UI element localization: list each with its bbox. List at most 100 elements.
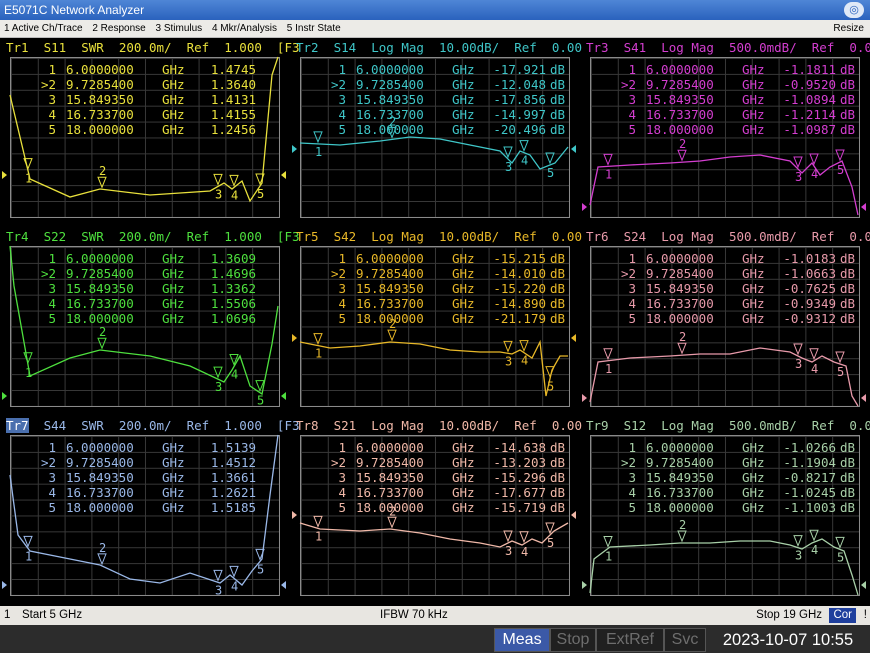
marker-row[interactable]: 5 18.000000 GHz 1.2456 [22, 122, 260, 137]
trace-panel-2[interactable]: Tr2 S14 Log Mag 10.00dB/ Ref 0.00 1 2 3 4 5 1… [290, 38, 582, 227]
marker-4-glyph [519, 140, 529, 152]
help-icon[interactable]: ◎ [844, 2, 864, 18]
marker-frequency: 16.733700 [66, 296, 134, 311]
marker-row[interactable]: 5 18.000000 GHz -15.719 dB [312, 500, 565, 515]
menu-mkr-analysis[interactable]: 4 Mkr/Analysis [212, 20, 277, 37]
marker-2-glyph [677, 530, 687, 543]
marker-table: 1 6.0000000 GHz -1.0266 dB >2 9.7285400 GHz -1.1… [602, 440, 855, 515]
trace-header[interactable]: Tr8 S21 Log Mag 10.00dB/ Ref 0.00 [296, 418, 582, 433]
marker-row[interactable]: 4 16.733700 GHz -17.677 dB [312, 485, 565, 500]
trace-panel-3[interactable]: Tr3 S41 Log Mag 500.0mdB/ Ref 0.000 1 2 3 4 5… [580, 38, 870, 227]
marker-row[interactable]: 1 6.0000000 GHz -1.0183 dB [602, 251, 855, 266]
marker-value-unit: dB [840, 500, 856, 515]
marker-row[interactable]: 3 15.849350 GHz 1.3661 [22, 470, 260, 485]
trace-panel-8[interactable]: Tr8 S21 Log Mag 10.00dB/ Ref 0.00 1 2 3 4 5 1… [290, 416, 582, 605]
marker-row[interactable]: 5 18.000000 GHz -1.0987 dB [602, 122, 855, 137]
marker-row[interactable]: 1 6.0000000 GHz 1.3609 [22, 251, 260, 266]
marker-row[interactable]: 5 18.000000 GHz -20.496 dB [312, 122, 565, 137]
start-frequency[interactable]: Start 5 GHz [22, 609, 82, 621]
trace-panel-6[interactable]: Tr6 S24 Log Mag 500.0mdB/ Ref 0.00 1 2 3 4 5 … [580, 227, 870, 416]
marker-2-glyph [387, 329, 397, 342]
marker-row[interactable]: >2 9.7285400 GHz -0.9520 dB [602, 77, 855, 92]
marker-row[interactable]: >2 9.7285400 GHz -1.0663 dB [602, 266, 855, 281]
marker-2-number: 2 [99, 325, 106, 339]
marker-row[interactable]: 4 16.733700 GHz 1.5506 [22, 296, 260, 311]
marker-row[interactable]: 4 16.733700 GHz -14.890 dB [312, 296, 565, 311]
trace-header[interactable]: Tr9 S12 Log Mag 500.0mdB/ Ref 0.000 [586, 418, 870, 433]
ifbw-label[interactable]: IFBW 70 kHz [380, 609, 448, 621]
marker-row[interactable]: 3 15.849350 GHz 1.4131 [22, 92, 260, 107]
trace-header[interactable]: Tr2 S14 Log Mag 10.00dB/ Ref 0.00 [296, 40, 582, 55]
trace-header[interactable]: Tr5 S42 Log Mag 10.00dB/ Ref 0.00 [296, 229, 582, 244]
marker-row[interactable]: >2 9.7285400 GHz 1.3640 [22, 77, 260, 92]
menu-stimulus[interactable]: 3 Stimulus [156, 20, 203, 37]
marker-row[interactable]: 1 6.0000000 GHz -1.1811 dB [602, 62, 855, 77]
trace-panel-5[interactable]: Tr5 S42 Log Mag 10.00dB/ Ref 0.00 1 2 3 4 5 1… [290, 227, 582, 416]
marker-row[interactable]: 1 6.0000000 GHz -1.0266 dB [602, 440, 855, 455]
marker-frequency: 18.000000 [356, 122, 424, 137]
marker-row[interactable]: 5 18.000000 GHz -0.9312 dB [602, 311, 855, 326]
marker-row[interactable]: 4 16.733700 GHz -0.9349 dB [602, 296, 855, 311]
marker-row[interactable]: 1 6.0000000 GHz -15.215 dB [312, 251, 565, 266]
marker-number: 1 [620, 251, 636, 266]
marker-value-unit: dB [840, 296, 856, 311]
marker-1-number: 1 [25, 549, 32, 563]
marker-row[interactable]: >2 9.7285400 GHz -12.048 dB [312, 77, 565, 92]
trace-panel-9[interactable]: Tr9 S12 Log Mag 500.0mdB/ Ref 0.000 1 2 3 4 5… [580, 416, 870, 605]
marker-row[interactable]: 3 15.849350 GHz -15.296 dB [312, 470, 565, 485]
menu-active-ch-trace[interactable]: 1 Active Ch/Trace [4, 20, 83, 37]
marker-row[interactable]: 4 16.733700 GHz 1.2621 [22, 485, 260, 500]
marker-row[interactable]: >2 9.7285400 GHz -1.1904 dB [602, 455, 855, 470]
marker-row[interactable]: 5 18.000000 GHz -21.179 dB [312, 311, 565, 326]
marker-row[interactable]: 3 15.849350 GHz -0.7625 dB [602, 281, 855, 296]
marker-row[interactable]: 1 6.0000000 GHz -17.921 dB [312, 62, 565, 77]
trace-panel-7[interactable]: Tr7 S44 SWR 200.0m/ Ref 1.000 [F3 1 2 3 4 5 1… [0, 416, 300, 605]
trace-header[interactable]: Tr3 S41 Log Mag 500.0mdB/ Ref 0.000 [586, 40, 870, 55]
marker-row[interactable]: 3 15.849350 GHz -15.220 dB [312, 281, 565, 296]
marker-row[interactable]: 3 15.849350 GHz -1.0894 dB [602, 92, 855, 107]
marker-row[interactable]: 3 15.849350 GHz -0.8217 dB [602, 470, 855, 485]
marker-row[interactable]: >2 9.7285400 GHz 1.4696 [22, 266, 260, 281]
marker-frequency: 6.0000000 [66, 440, 134, 455]
marker-row[interactable]: 1 6.0000000 GHz -14.638 dB [312, 440, 565, 455]
marker-row[interactable]: 4 16.733700 GHz 1.4155 [22, 107, 260, 122]
trace-header[interactable]: Tr6 S24 Log Mag 500.0mdB/ Ref 0.00 [586, 229, 870, 244]
marker-value-unit: dB [550, 77, 566, 92]
marker-value: -12.048 [493, 77, 546, 92]
marker-row[interactable]: 5 18.000000 GHz -1.1003 dB [602, 500, 855, 515]
stop-frequency[interactable]: Stop 19 GHz [756, 609, 822, 621]
marker-value: -14.890 [493, 296, 546, 311]
marker-row[interactable]: 3 15.849350 GHz 1.3362 [22, 281, 260, 296]
marker-row[interactable]: >2 9.7285400 GHz -13.203 dB [312, 455, 565, 470]
status-bar: 1 Start 5 GHz IFBW 70 kHz Stop 19 GHz Co… [0, 606, 870, 625]
marker-frequency-unit: GHz [742, 470, 765, 485]
trace-header[interactable]: Tr7 S44 SWR 200.0m/ Ref 1.000 [F3 [6, 418, 300, 433]
trace-panel-1[interactable]: Tr1 S11 SWR 200.0m/ Ref 1.000 [F3 1 2 3 4 5 1… [0, 38, 300, 227]
marker-frequency: 6.0000000 [646, 251, 714, 266]
marker-value: -15.296 [493, 470, 546, 485]
trace-panel-4[interactable]: Tr4 S22 SWR 200.0m/ Ref 1.000 [F3 1 2 3 4 5 1… [0, 227, 300, 416]
marker-row[interactable]: >2 9.7285400 GHz 1.4512 [22, 455, 260, 470]
marker-row[interactable]: 4 16.733700 GHz -1.2114 dB [602, 107, 855, 122]
marker-value-unit: dB [550, 62, 566, 77]
marker-row[interactable]: >2 9.7285400 GHz -14.010 dB [312, 266, 565, 281]
marker-frequency: 16.733700 [356, 296, 424, 311]
marker-row[interactable]: 1 6.0000000 GHz 1.4745 [22, 62, 260, 77]
marker-row[interactable]: 5 18.000000 GHz 1.5185 [22, 500, 260, 515]
marker-row[interactable]: 3 15.849350 GHz -17.856 dB [312, 92, 565, 107]
menu-response[interactable]: 2 Response [92, 20, 145, 37]
marker-row[interactable]: 5 18.000000 GHz 1.0696 [22, 311, 260, 326]
marker-number: 5 [330, 500, 346, 515]
active-trace-label[interactable]: Tr7 [6, 418, 29, 433]
resize-button[interactable]: Resize [833, 20, 864, 37]
marker-row[interactable]: 4 16.733700 GHz -14.997 dB [312, 107, 565, 122]
marker-2-number: 2 [99, 541, 106, 555]
menu-instr-state[interactable]: 5 Instr State [287, 20, 341, 37]
marker-frequency-unit: GHz [162, 281, 185, 296]
ref-line-arrow [292, 145, 297, 153]
channel-number: 1 [4, 609, 11, 621]
marker-row[interactable]: 1 6.0000000 GHz 1.5139 [22, 440, 260, 455]
trace-header[interactable]: Tr1 S11 SWR 200.0m/ Ref 1.000 [F3 [6, 40, 300, 55]
marker-row[interactable]: 4 16.733700 GHz -1.0245 dB [602, 485, 855, 500]
trace-header[interactable]: Tr4 S22 SWR 200.0m/ Ref 1.000 [F3 [6, 229, 300, 244]
